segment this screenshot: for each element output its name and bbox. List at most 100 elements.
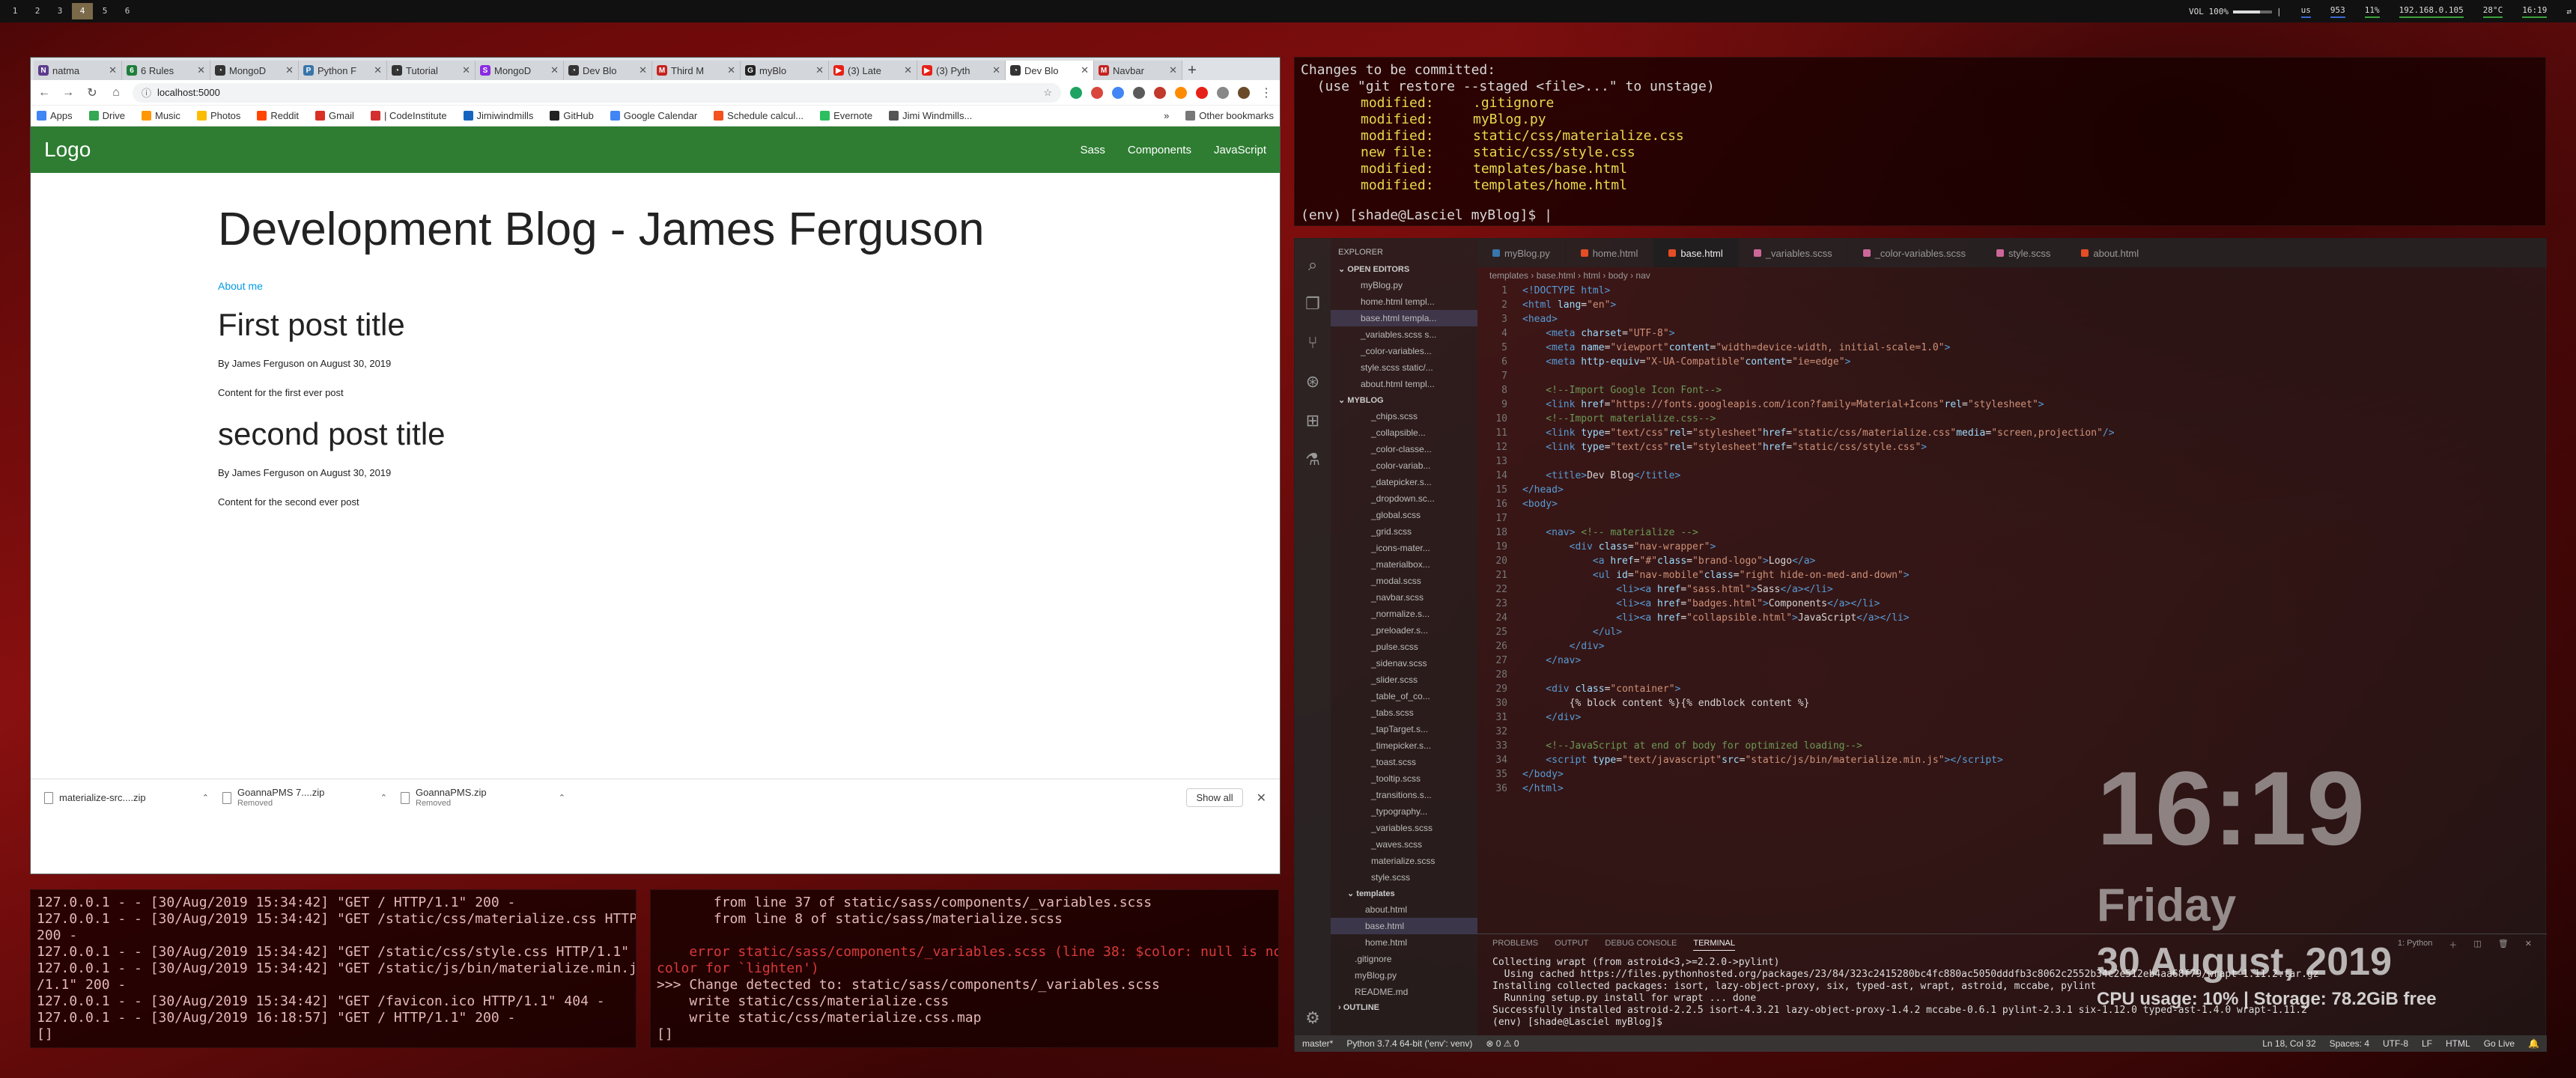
editor-tab[interactable]: _color-variables.scss xyxy=(1848,239,1982,267)
extension-icon[interactable] xyxy=(1091,86,1103,99)
chevron-up-icon[interactable]: ⌃ xyxy=(380,793,387,803)
bookmark-item[interactable]: Jimiwindmills xyxy=(463,110,533,121)
explorer-file[interactable]: about.html templ... xyxy=(1331,376,1477,392)
bookmark-item[interactable]: Gmail xyxy=(315,110,354,121)
download-item[interactable]: materialize-src....zip ⌃ xyxy=(44,788,209,808)
bookmark-item[interactable]: Google Calendar xyxy=(610,110,697,121)
files-icon[interactable]: ❐ xyxy=(1305,294,1320,314)
browser-tab[interactable]: Nnatma ✕ xyxy=(34,61,122,80)
explorer-file[interactable]: _collapsible... xyxy=(1331,424,1477,441)
debug-icon[interactable]: ⊛ xyxy=(1306,372,1319,392)
browser-tab[interactable]: ◔ Tutorial ✕ xyxy=(387,61,476,80)
browser-tab[interactable]: M Navbar ✕ xyxy=(1094,61,1182,80)
close-icon[interactable]: ✕ xyxy=(904,64,912,76)
post-title[interactable]: First post title xyxy=(218,307,1280,343)
panel-tab[interactable]: PROBLEMS xyxy=(1492,939,1538,951)
explorer-file[interactable]: _toast.scss xyxy=(1331,754,1477,770)
outline-section[interactable]: › OUTLINE xyxy=(1331,1000,1477,1015)
explorer-file[interactable]: _table_of_co... xyxy=(1331,688,1477,704)
new-tab-icon[interactable]: + xyxy=(1182,61,1202,80)
status-item[interactable]: master* xyxy=(1302,1038,1333,1049)
show-all-button[interactable]: Show all xyxy=(1186,788,1243,807)
workspace-3[interactable]: 3 xyxy=(49,3,70,19)
explorer-file[interactable]: home.html xyxy=(1331,934,1477,951)
workspace-4[interactable]: 4 xyxy=(72,3,93,19)
info-icon[interactable]: ⓘ xyxy=(142,85,151,100)
bell-icon[interactable]: 🔔 xyxy=(2528,1038,2539,1049)
panel-tab[interactable]: OUTPUT xyxy=(1555,939,1588,951)
close-icon[interactable]: ✕ xyxy=(197,64,205,76)
flask-icon[interactable]: ⚗ xyxy=(1305,450,1320,469)
explorer-file[interactable]: _slider.scss xyxy=(1331,672,1477,688)
back-icon[interactable]: ← xyxy=(37,86,52,100)
explorer-file[interactable]: _variables.scss s... xyxy=(1331,326,1477,343)
post-title[interactable]: second post title xyxy=(218,416,1280,452)
panel-tab[interactable]: DEBUG CONSOLE xyxy=(1605,939,1677,951)
explorer-file[interactable]: style.scss static/... xyxy=(1331,359,1477,376)
explorer-file[interactable]: _modal.scss xyxy=(1331,573,1477,589)
editor-tab[interactable]: base.html xyxy=(1653,239,1739,267)
browser-tab[interactable]: ◔ Dev Blo ✕ xyxy=(564,61,652,80)
download-item[interactable]: GoannaPMS 7....zip Removed ⌃ xyxy=(222,787,387,808)
gear-icon[interactable]: ⚙ xyxy=(1305,1008,1320,1028)
extensions-icon[interactable]: ⊞ xyxy=(1306,411,1319,430)
explorer-file[interactable]: _normalize.s... xyxy=(1331,606,1477,622)
extension-icon[interactable] xyxy=(1175,86,1187,99)
extension-icon[interactable] xyxy=(1070,86,1082,99)
browser-tab[interactable]: ▶ (3) Pyth ✕ xyxy=(917,61,1006,80)
editor-tab[interactable]: home.html xyxy=(1566,239,1654,267)
explorer-file[interactable]: _variables.scss xyxy=(1331,820,1477,836)
git-terminal[interactable]: Changes to be committed: (use "git resto… xyxy=(1294,57,2546,226)
workspace-5[interactable]: 5 xyxy=(94,3,115,19)
workspace-6[interactable]: 6 xyxy=(117,3,138,19)
explorer-file[interactable]: _datepicker.s... xyxy=(1331,474,1477,490)
explorer-file[interactable]: _pulse.scss xyxy=(1331,639,1477,655)
status-item[interactable]: Python 3.7.4 64-bit ('env': venv) xyxy=(1346,1038,1472,1049)
breadcrumb[interactable]: templates › base.html › html › body › na… xyxy=(1477,267,2547,284)
close-icon[interactable]: ✕ xyxy=(1257,791,1266,806)
chevron-up-icon[interactable]: ⌃ xyxy=(559,793,565,803)
source-control-icon[interactable]: ⑂ xyxy=(1307,333,1317,353)
status-item[interactable]: Go Live xyxy=(2484,1038,2515,1049)
nav-link[interactable]: Sass xyxy=(1081,144,1105,156)
editor-tab[interactable]: about.html xyxy=(2066,239,2155,267)
explorer-file[interactable]: _dropdown.sc... xyxy=(1331,490,1477,507)
close-icon[interactable]: ✕ xyxy=(727,64,735,76)
editor-tab[interactable]: style.scss xyxy=(1981,239,2067,267)
extension-icon[interactable] xyxy=(1217,86,1229,99)
status-item[interactable]: UTF-8 xyxy=(2383,1038,2408,1049)
explorer-file[interactable]: .gitignore xyxy=(1331,951,1477,967)
nav-link[interactable]: Components xyxy=(1128,144,1191,156)
explorer-file[interactable]: materialize.scss xyxy=(1331,853,1477,869)
bookmark-item[interactable]: Schedule calcul... xyxy=(714,110,804,121)
extension-icon[interactable] xyxy=(1133,86,1145,99)
browser-tab[interactable]: GmyBlo ✕ xyxy=(741,61,829,80)
open-editors-section[interactable]: ⌄ OPEN EDITORS xyxy=(1331,261,1477,277)
browser-tab[interactable]: 6 6 Rules ✕ xyxy=(122,61,210,80)
browser-tab[interactable]: ◔ Dev Blo ✕ xyxy=(1006,61,1094,80)
network-icon[interactable]: ⇄ xyxy=(2566,7,2572,16)
close-icon[interactable]: ✕ xyxy=(639,64,647,76)
close-icon[interactable]: ✕ xyxy=(374,64,382,76)
extension-icon[interactable] xyxy=(1154,86,1166,99)
editor-tab[interactable]: _variables.scss xyxy=(1739,239,1848,267)
home-icon[interactable]: ⌂ xyxy=(109,86,124,100)
explorer-file[interactable]: style.scss xyxy=(1331,869,1477,886)
chevron-up-icon[interactable]: ⌃ xyxy=(202,793,209,803)
workspace-switcher[interactable]: 123456 xyxy=(4,3,138,19)
volume-indicator[interactable]: VOL 100% | xyxy=(2189,7,2282,16)
explorer-file[interactable]: myBlog.py xyxy=(1331,277,1477,293)
bookmark-item[interactable]: Evernote xyxy=(820,110,872,121)
explorer-file[interactable]: _icons-mater... xyxy=(1331,540,1477,556)
nav-link[interactable]: JavaScript xyxy=(1214,144,1266,156)
explorer-file[interactable]: _global.scss xyxy=(1331,507,1477,523)
close-icon[interactable]: ✕ xyxy=(462,64,470,76)
bookmark-item[interactable]: Drive xyxy=(88,110,125,121)
close-icon[interactable]: ✕ xyxy=(992,64,1000,76)
browser-tab[interactable]: S MongoD ✕ xyxy=(476,61,564,80)
status-item[interactable]: Ln 18, Col 32 xyxy=(2262,1038,2315,1049)
workspace-2[interactable]: 2 xyxy=(27,3,48,19)
close-icon[interactable]: ✕ xyxy=(285,64,294,76)
explorer-file[interactable]: _tabs.scss xyxy=(1331,704,1477,721)
bookmark-star-icon[interactable]: ☆ xyxy=(1043,87,1052,99)
